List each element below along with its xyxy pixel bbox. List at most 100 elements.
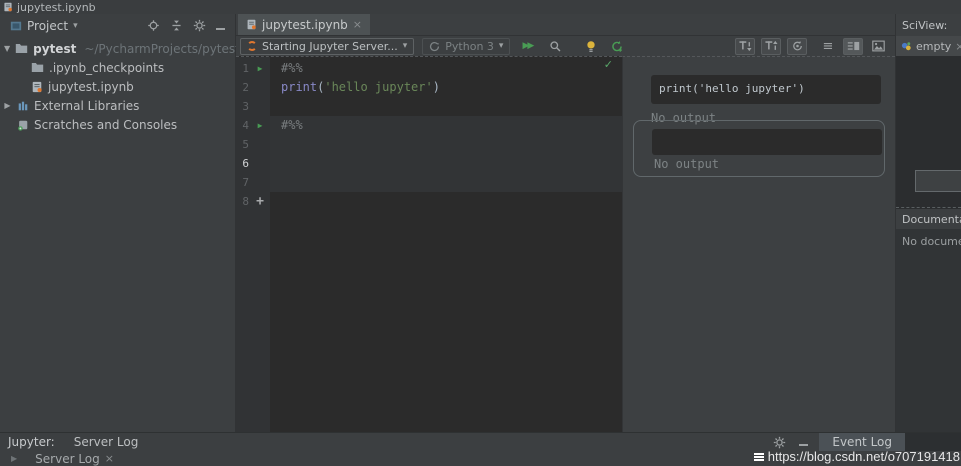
chevron-down-icon[interactable]: ▾ (73, 21, 78, 31)
folder-icon (15, 43, 28, 54)
editor-tab[interactable]: jupytest.ipynb × (238, 14, 370, 35)
close-icon[interactable]: × (353, 19, 362, 30)
preview-cell[interactable]: print('hello jupyter') No output (651, 75, 881, 125)
tree-item-label: Scratches and Consoles (34, 118, 177, 132)
scratches-icon (17, 119, 29, 131)
close-icon[interactable]: × (105, 453, 114, 464)
project-panel-header: Project ▾ (0, 14, 235, 37)
server-log-tab[interactable]: Server Log (74, 435, 139, 449)
sciview-content: Documentation No documentation (896, 56, 961, 432)
close-icon[interactable]: × (955, 41, 961, 52)
inspections-ok-icon[interactable]: ✓ (604, 58, 613, 71)
tree-item-pytest[interactable]: ▼ pytest ~/PycharmProjects/pytest (0, 39, 235, 58)
watermark-text: https://blog.csdn.net/o707191418 (768, 449, 960, 464)
tree-item-label: pytest (33, 42, 76, 56)
sciview-panel: SciView: Data empty × Documentation No d… (895, 14, 961, 432)
tree-item-path: ~/PycharmProjects/pytest (84, 42, 240, 56)
bulb-icon[interactable] (582, 37, 600, 55)
divider (896, 207, 961, 208)
show-output-only-icon[interactable] (869, 37, 887, 55)
line-number: 2 (236, 81, 249, 94)
gear-icon[interactable] (193, 19, 206, 32)
libraries-icon (17, 100, 29, 112)
event-log-label: Event Log (832, 435, 892, 449)
collapse-all-icon[interactable] (170, 19, 183, 32)
watermark: https://blog.csdn.net/o707191418 (754, 449, 960, 464)
code-token: print (281, 80, 317, 94)
preview-cell-source[interactable] (652, 129, 882, 155)
line-number: 7 (236, 176, 249, 189)
editor-gutter: 1▶ 2 3 4▶ 5 6 7 8+ (236, 57, 270, 432)
sciview-plot-icon (901, 41, 912, 52)
server-selector-label: Starting Jupyter Server... (262, 40, 398, 53)
preview-cell-status: No output (654, 157, 719, 171)
console-tab-label: Server Log (35, 452, 100, 466)
notebook-file-icon (31, 81, 43, 93)
line-number: 4 (236, 119, 249, 132)
current-line-number: 6 (236, 157, 249, 170)
tool-window-title: Jupyter: (8, 435, 55, 449)
run-all-icon[interactable]: ▶▶ (518, 37, 538, 55)
line-number: 8 (236, 195, 249, 208)
expand-arrow-icon[interactable]: ▼ (4, 44, 10, 53)
folder-icon (31, 62, 44, 73)
notebook-file-icon (246, 19, 257, 30)
kernel-selector-label: Python 3 (445, 40, 494, 53)
search-icon[interactable] (546, 37, 564, 55)
run-cell-icon[interactable]: ▶ (254, 64, 266, 73)
jupyter-server-selector[interactable]: Starting Jupyter Server... ▾ (240, 38, 414, 55)
server-log-console-tab[interactable]: Server Log × (35, 452, 114, 466)
preview-cell-source[interactable]: print('hello jupyter') (651, 75, 881, 104)
run-cell-below-icon[interactable] (735, 38, 755, 55)
python-icon (429, 41, 440, 52)
sciview-field[interactable] (915, 170, 961, 192)
kernel-selector[interactable]: Python 3 ▾ (422, 38, 510, 55)
project-tree: ▼ pytest ~/PycharmProjects/pytest .ipynb… (0, 39, 235, 134)
jupyter-icon (247, 41, 257, 51)
tree-item-label: .ipynb_checkpoints (49, 61, 164, 75)
jupyter-preview-panel: print('hello jupyter') No output No outp… (622, 56, 895, 432)
locate-icon[interactable] (147, 19, 160, 32)
hide-panel-icon[interactable] (216, 19, 225, 33)
project-panel-title[interactable]: Project (27, 19, 68, 33)
show-code-only-icon[interactable]: ≡ (819, 37, 837, 55)
csdn-logo-icon (754, 453, 764, 455)
project-tool-icon (10, 20, 22, 32)
jupyter-toolbar: Starting Jupyter Server... ▾ Python 3 ▾ … (236, 36, 895, 56)
sciview-tabbar: empty × (896, 36, 961, 56)
editor-tab-label: jupytest.ipynb (262, 18, 348, 32)
add-cell-icon[interactable]: + (254, 194, 266, 209)
restart-kernel-icon[interactable] (787, 38, 807, 55)
chevron-down-icon: ▾ (499, 41, 504, 51)
code-content[interactable]: #%% print('hello jupyter') #%% (270, 59, 622, 135)
code-token: ) (433, 80, 440, 94)
line-number: 3 (236, 100, 249, 113)
tree-item-ipynb-checkpoints[interactable]: .ipynb_checkpoints (0, 58, 235, 77)
line-number: 5 (236, 138, 249, 151)
tree-item-label: jupytest.ipynb (48, 80, 134, 94)
cell-marker: #%% (281, 61, 303, 75)
run-cell-icon[interactable]: ▶ (254, 121, 266, 130)
collapse-arrow-icon[interactable]: ▶ (3, 101, 12, 110)
hide-panel-icon[interactable] (799, 435, 808, 449)
run-cell-above-icon[interactable] (761, 38, 781, 55)
tree-item-external-libraries[interactable]: ▶ External Libraries (0, 96, 235, 115)
tree-item-scratches[interactable]: Scratches and Consoles (0, 115, 235, 134)
documentation-header: Documentation (896, 209, 961, 229)
window-title: jupytest.ipynb (17, 1, 96, 14)
tree-item-jupytest-ipynb[interactable]: jupytest.ipynb (0, 77, 235, 96)
code-token: 'hello jupyter' (324, 80, 432, 94)
gear-icon[interactable] (773, 436, 786, 449)
sciview-title: SciView: (902, 19, 947, 32)
sciview-tab-empty[interactable]: empty × (896, 36, 961, 56)
documentation-empty-text: No documentation (896, 229, 961, 432)
sciview-tab-label: empty (916, 40, 951, 53)
preview-cell-selected[interactable]: No output (633, 120, 885, 177)
code-editor[interactable]: 1▶ 2 3 4▶ 5 6 7 8+ #%% print('hello jupy… (236, 56, 622, 432)
show-code-and-output-icon[interactable] (843, 38, 863, 55)
play-icon[interactable]: ▶ (11, 454, 17, 463)
window-titlebar: jupytest.ipynb (0, 0, 961, 14)
tree-item-label: External Libraries (34, 99, 139, 113)
cell-marker: #%% (281, 118, 303, 132)
restart-server-icon[interactable] (608, 37, 626, 55)
